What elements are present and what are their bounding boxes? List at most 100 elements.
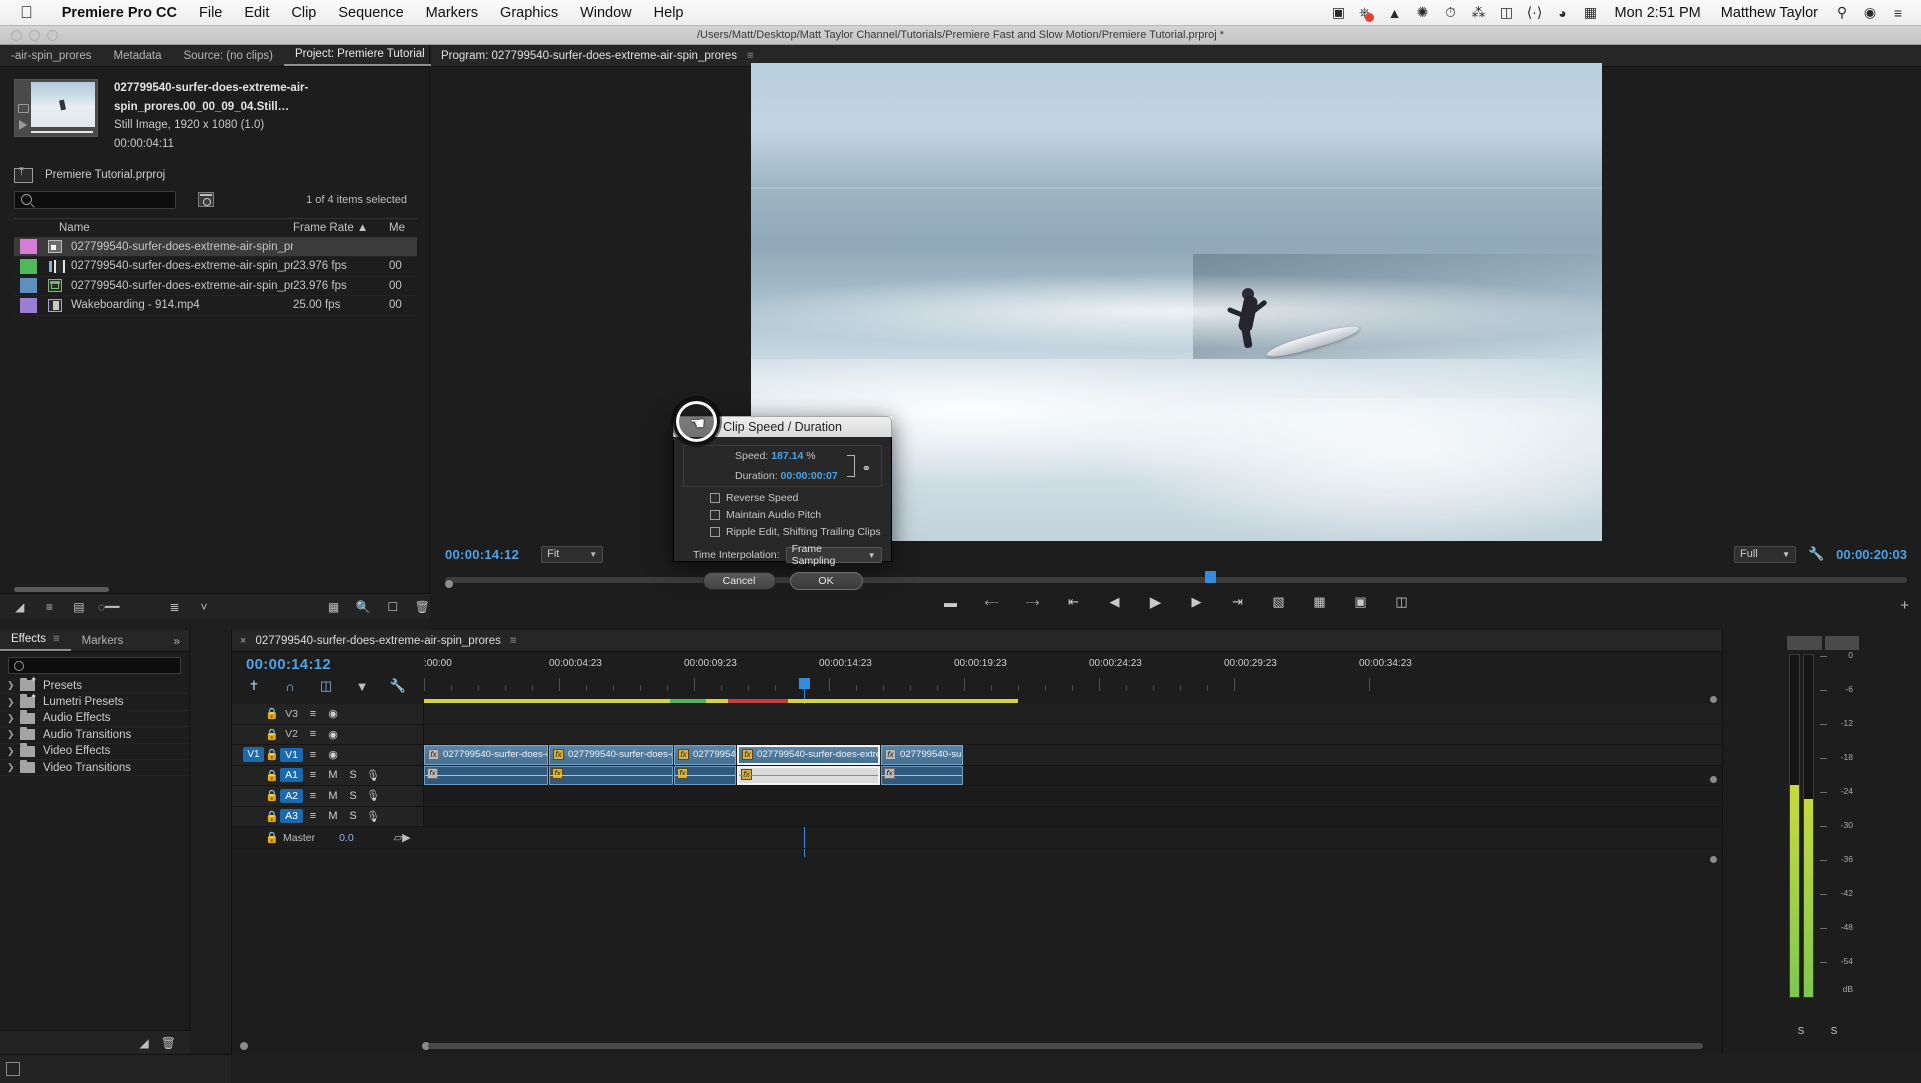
battery-icon[interactable]: ◫ [1494, 0, 1520, 26]
zoom-slider[interactable]: ◌━━ [98, 600, 120, 614]
menu-clip[interactable]: Clip [280, 5, 327, 21]
track-lane-a1[interactable]: fx fx fx fx fx [424, 765, 1721, 785]
row-label-color[interactable] [14, 278, 42, 294]
lock-icon[interactable]: 🔒 [264, 831, 280, 844]
link-chain-icon[interactable]: ⚭ [847, 453, 871, 481]
lock-icon[interactable]: 🔒 [264, 748, 280, 761]
track-target-a3[interactable] [243, 809, 264, 824]
lock-icon[interactable]: 🔒 [264, 769, 280, 782]
play-icon[interactable] [19, 120, 27, 130]
timeline-audio-clip[interactable]: fx [674, 765, 736, 785]
cloud-sync-icon[interactable]: ⎈ [1354, 0, 1380, 26]
lift-icon[interactable]: ▧ [1268, 591, 1290, 613]
table-row[interactable]: 027799540-surfer-does-extreme-air-spin_p… [14, 277, 417, 296]
add-marker-icon[interactable]: ▬ [940, 591, 962, 613]
search-input[interactable] [14, 190, 176, 209]
timeline-playhead[interactable] [799, 678, 810, 857]
icon-view-icon[interactable]: ▤ [71, 600, 87, 614]
chevron-double-right-icon[interactable]: » [164, 631, 189, 651]
timeline-vertical-scroll-handle[interactable] [1710, 776, 1717, 783]
row-name-cell[interactable]: Wakeboarding - 914.mp4 [42, 298, 293, 312]
sync-lock-icon[interactable]: ✝ [246, 678, 262, 694]
delete-icon[interactable]: 🗑 [415, 600, 431, 614]
notification-center-icon[interactable]: ≡ [1885, 0, 1911, 26]
timeline-audio-clip[interactable]: fx [424, 765, 548, 785]
master-track-value[interactable]: 0.0 [339, 832, 354, 844]
chevron-right-icon[interactable]: ❯ [7, 713, 20, 724]
new-item-icon[interactable]: ☐ [385, 600, 401, 614]
sort-icon[interactable]: ≣ [167, 600, 183, 614]
filter-bin-content-button[interactable] [198, 192, 214, 207]
effects-item-lumetri-presets[interactable]: ❯ Lumetri Presets [0, 692, 189, 711]
menu-bar-username[interactable]: Matthew Taylor [1712, 5, 1827, 21]
timeline-vertical-scroll-handle[interactable] [1710, 696, 1717, 703]
solo-track-button[interactable]: S [343, 790, 363, 802]
menu-markers[interactable]: Markers [415, 5, 489, 21]
code-icon[interactable]: ⟨·⟩ [1522, 0, 1548, 26]
project-horizontal-scrollbar[interactable] [14, 587, 109, 592]
voice-record-icon[interactable]: 🎙 [363, 810, 383, 823]
zoom-level-select[interactable]: Fit ▼ [541, 545, 604, 563]
time-machine-icon[interactable]: ⏱ [1438, 0, 1464, 26]
chevron-right-icon[interactable]: ❯ [7, 762, 20, 773]
search-icon[interactable]: ⚲ [1829, 0, 1855, 26]
sync-lock-icon[interactable]: ≡ [303, 769, 323, 781]
scrubber-playhead[interactable] [1205, 571, 1216, 583]
mute-track-button[interactable]: M [323, 810, 343, 822]
checkbox-box[interactable] [710, 493, 720, 503]
track-lane-a3[interactable] [424, 806, 1721, 826]
menu-app-name[interactable]: Premiere Pro CC [51, 5, 188, 21]
timeline-clip[interactable]: fx 027799540-surfer-does-extr [549, 745, 673, 765]
screen-record-icon[interactable]: ▣ [1326, 0, 1352, 26]
track-lane-a2[interactable] [424, 786, 1721, 806]
find-icon[interactable]: 🔍 [355, 600, 371, 614]
freeform-icon[interactable]: ▦ [326, 600, 342, 614]
program-current-timecode[interactable]: 00:00:14:12 [445, 547, 519, 562]
step-forward-icon[interactable]: ▶ [1186, 591, 1208, 613]
timeline-audio-clip[interactable]: fx [881, 765, 963, 785]
timeline-clip[interactable]: fx 027799540-surfer-does-extre [424, 745, 548, 765]
timeline-audio-clip[interactable]: fx [549, 765, 673, 785]
panel-menu-icon[interactable]: ≡ [510, 635, 517, 647]
checkbox-box[interactable] [710, 527, 720, 537]
effects-item-presets[interactable]: ❯ Presets [0, 675, 189, 695]
wifi-icon[interactable]: ◕ [1550, 0, 1576, 26]
scroll-left-handle[interactable] [240, 1042, 248, 1050]
sync-lock-icon[interactable]: ≡ [303, 749, 323, 761]
timeline-ruler[interactable]: :00:00 00:00:04:23 00:00:09:23 00:00:14:… [424, 652, 1721, 857]
preview-thumbnail[interactable] [14, 79, 98, 137]
row-name-cell[interactable]: 027799540-surfer-does-extreme-air-spin_p… [42, 259, 293, 273]
button-editor-plus-icon[interactable]: + [1900, 597, 1909, 614]
linked-selection-icon[interactable]: ◫ [318, 678, 334, 694]
effects-item-audio-effects[interactable]: ❯ Audio Effects [0, 710, 189, 728]
panel-menu-icon[interactable]: ≡ [53, 633, 60, 645]
lock-icon[interactable]: 🔒 [264, 789, 280, 802]
delete-custom-item-icon[interactable]: 🗑 [161, 1036, 176, 1050]
row-name-cell[interactable]: 027799540-surfer-does-extreme-air-spin_p… [42, 279, 293, 293]
track-target-v1[interactable]: V1 [243, 747, 264, 763]
voice-record-icon[interactable]: 🎙 [363, 789, 383, 802]
track-name-a3[interactable]: A3 [280, 809, 303, 824]
tab-markers[interactable]: Markers [71, 632, 135, 651]
settings-wrench-icon[interactable]: 🔧 [1808, 546, 1824, 562]
new-bin-icon[interactable]: ◢ [12, 600, 28, 614]
solo-button-left[interactable]: S [1793, 1024, 1809, 1038]
track-lane-v3[interactable] [424, 704, 1721, 724]
play-icon[interactable]: ▶ [1145, 591, 1167, 613]
time-interpolation-select[interactable]: Frame Sampling ▼ [785, 543, 882, 567]
siri-icon[interactable]: ◉ [1857, 0, 1883, 26]
chevron-right-icon[interactable]: ❯ [7, 697, 20, 708]
playback-resolution-select[interactable]: Full ▼ [1733, 545, 1796, 563]
end-marker-icon[interactable]: ▱▶ [394, 831, 411, 844]
new-custom-bin-icon[interactable]: ◢ [140, 1036, 149, 1050]
add-marker-icon[interactable]: ▼ [354, 678, 370, 694]
scrubber-left-handle[interactable] [445, 580, 453, 588]
track-name-v1[interactable]: V1 [280, 747, 303, 762]
timeline-clip[interactable]: fx 027799540-surf [881, 745, 963, 765]
chevron-right-icon[interactable]: ❯ [7, 729, 20, 740]
snap-magnet-icon[interactable]: ∩ [282, 678, 298, 694]
go-to-out-icon[interactable]: ⇥ [1227, 591, 1249, 613]
menu-edit[interactable]: Edit [233, 5, 280, 21]
tab-effects[interactable]: Effects ≡ [0, 630, 71, 651]
track-name-v3[interactable]: V3 [280, 707, 303, 721]
